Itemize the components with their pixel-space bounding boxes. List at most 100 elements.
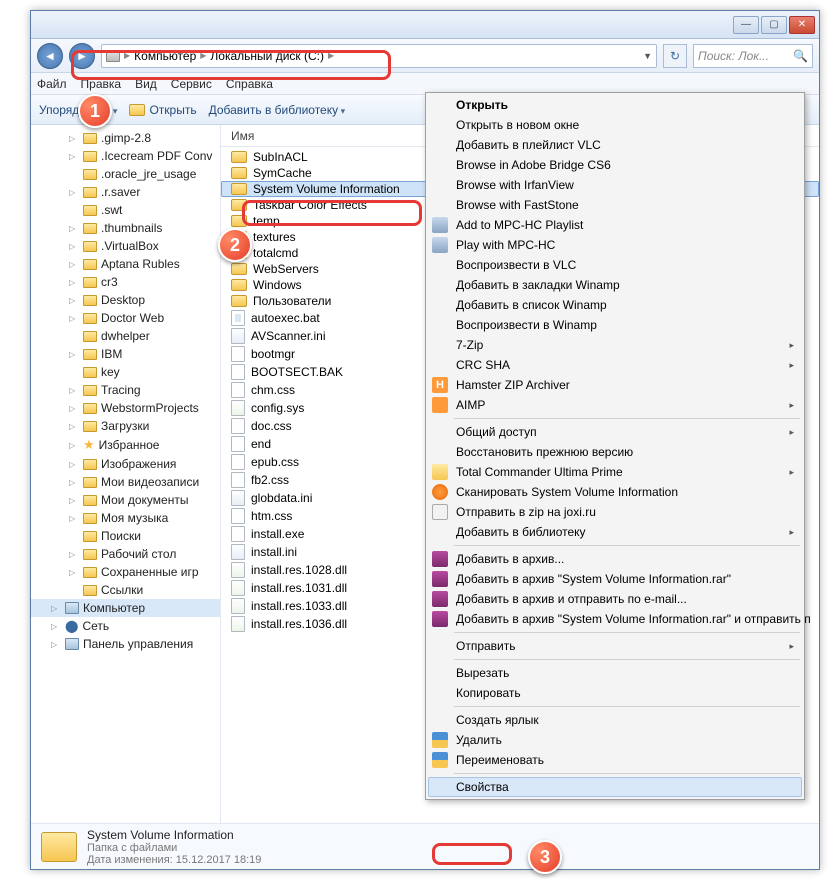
- context-menu-item[interactable]: Вырезать: [428, 663, 802, 683]
- tree-item[interactable]: ▷Doctor Web: [31, 309, 220, 327]
- tree-item[interactable]: ▷⬤Сеть: [31, 617, 220, 635]
- context-menu-item[interactable]: Отправить в zip на joxi.ru: [428, 502, 802, 522]
- context-menu-item[interactable]: Удалить: [428, 730, 802, 750]
- expand-icon[interactable]: ▷: [69, 514, 79, 523]
- open-button[interactable]: Открыть: [129, 103, 196, 117]
- expand-icon[interactable]: ▷: [51, 640, 61, 649]
- tree-item[interactable]: ▷Изображения: [31, 455, 220, 473]
- tree-item[interactable]: ▷Сохраненные игр: [31, 563, 220, 581]
- expand-icon[interactable]: ▷: [69, 496, 79, 505]
- tree-item[interactable]: ▷cr3: [31, 273, 220, 291]
- expand-icon[interactable]: ▷: [69, 350, 79, 359]
- context-menu-item[interactable]: Добавить в архив...: [428, 549, 802, 569]
- tree-item[interactable]: ▷IBM: [31, 345, 220, 363]
- expand-icon[interactable]: ▷: [69, 314, 79, 323]
- expand-icon[interactable]: ▷: [69, 152, 79, 161]
- context-menu-item[interactable]: Browse in Adobe Bridge CS6: [428, 155, 802, 175]
- context-menu-item[interactable]: Открыть: [428, 95, 802, 115]
- menu-tools[interactable]: Сервис: [171, 77, 212, 91]
- context-menu-item[interactable]: Общий доступ: [428, 422, 802, 442]
- context-menu-item[interactable]: Добавить в библиотеку: [428, 522, 802, 542]
- tree-item[interactable]: ▷Рабочий стол: [31, 545, 220, 563]
- tree-item[interactable]: dwhelper: [31, 327, 220, 345]
- breadcrumb-computer[interactable]: Компьютер: [134, 49, 196, 63]
- context-menu-item[interactable]: Копировать: [428, 683, 802, 703]
- tree-item[interactable]: ▷Desktop: [31, 291, 220, 309]
- expand-icon[interactable]: ▷: [69, 404, 79, 413]
- tree-item[interactable]: ▷Моя музыка: [31, 509, 220, 527]
- tree-item[interactable]: ▷Загрузки: [31, 417, 220, 435]
- tree-item[interactable]: ▷Компьютер: [31, 599, 220, 617]
- tree-item[interactable]: ▷.Icecream PDF Conv: [31, 147, 220, 165]
- expand-icon[interactable]: ▷: [69, 278, 79, 287]
- tree-item[interactable]: ▷Мои документы: [31, 491, 220, 509]
- expand-icon[interactable]: ▷: [69, 422, 79, 431]
- expand-icon[interactable]: ▷: [69, 134, 79, 143]
- context-menu-item[interactable]: Сканировать System Volume Information: [428, 482, 802, 502]
- breadcrumb-disk[interactable]: Локальный диск (C:): [210, 49, 324, 63]
- minimize-button[interactable]: —: [733, 16, 759, 34]
- context-menu-item[interactable]: Переименовать: [428, 750, 802, 770]
- expand-icon[interactable]: ▷: [69, 568, 79, 577]
- menu-file[interactable]: Файл: [37, 77, 67, 91]
- menu-help[interactable]: Справка: [226, 77, 273, 91]
- tree-item[interactable]: .oracle_jre_usage: [31, 165, 220, 183]
- context-menu-item[interactable]: HHamster ZIP Archiver: [428, 375, 802, 395]
- maximize-button[interactable]: ▢: [761, 16, 787, 34]
- context-menu-item[interactable]: Восстановить прежнюю версию: [428, 442, 802, 462]
- expand-icon[interactable]: ▷: [69, 386, 79, 395]
- tree-item[interactable]: ▷Панель управления: [31, 635, 220, 653]
- context-menu-item[interactable]: Play with MPC-HC: [428, 235, 802, 255]
- close-button[interactable]: ✕: [789, 16, 815, 34]
- tree-item[interactable]: ▷.thumbnails: [31, 219, 220, 237]
- context-menu-item[interactable]: Добавить в плейлист VLC: [428, 135, 802, 155]
- expand-icon[interactable]: ▷: [51, 604, 61, 613]
- expand-icon[interactable]: ▷: [69, 441, 79, 450]
- tree-item[interactable]: ▷Tracing: [31, 381, 220, 399]
- context-menu-item[interactable]: Добавить в список Winamp: [428, 295, 802, 315]
- context-menu-item[interactable]: Добавить в архив и отправить по e-mail..…: [428, 589, 802, 609]
- tree-item[interactable]: Ссылки: [31, 581, 220, 599]
- context-menu-item[interactable]: Добавить в архив "System Volume Informat…: [428, 569, 802, 589]
- context-menu-item[interactable]: Browse with IrfanView: [428, 175, 802, 195]
- menu-edit[interactable]: Правка: [81, 77, 122, 91]
- expand-icon[interactable]: ▷: [51, 622, 61, 631]
- context-menu-item[interactable]: Воспроизвести в VLC: [428, 255, 802, 275]
- context-menu-item[interactable]: Total Commander Ultima Prime: [428, 462, 802, 482]
- context-menu-item[interactable]: Открыть в новом окне: [428, 115, 802, 135]
- context-menu-item[interactable]: Browse with FastStone: [428, 195, 802, 215]
- add-library-button[interactable]: Добавить в библиотеку: [209, 103, 346, 117]
- tree-item[interactable]: ▷.gimp-2.8: [31, 129, 220, 147]
- expand-icon[interactable]: ▷: [69, 296, 79, 305]
- refresh-button[interactable]: ↻: [663, 44, 687, 68]
- tree-item[interactable]: ▷.r.saver: [31, 183, 220, 201]
- menu-view[interactable]: Вид: [135, 77, 157, 91]
- tree-item[interactable]: ▷Мои видеозаписи: [31, 473, 220, 491]
- tree-item[interactable]: ▷WebstormProjects: [31, 399, 220, 417]
- context-menu-item[interactable]: CRC SHA: [428, 355, 802, 375]
- context-menu-item[interactable]: Отправить: [428, 636, 802, 656]
- context-menu-item[interactable]: AIMP: [428, 395, 802, 415]
- context-menu-item[interactable]: Добавить в архив "System Volume Informat…: [428, 609, 802, 629]
- expand-icon[interactable]: ▷: [69, 550, 79, 559]
- context-menu-item[interactable]: Воспроизвести в Winamp: [428, 315, 802, 335]
- context-menu-item[interactable]: Свойства: [428, 777, 802, 797]
- context-menu-item[interactable]: 7-Zip: [428, 335, 802, 355]
- expand-icon[interactable]: ▷: [69, 460, 79, 469]
- expand-icon[interactable]: ▷: [69, 478, 79, 487]
- expand-icon[interactable]: ▷: [69, 260, 79, 269]
- context-menu-item[interactable]: Add to MPC-HC Playlist: [428, 215, 802, 235]
- nav-tree[interactable]: ▷.gimp-2.8▷.Icecream PDF Conv.oracle_jre…: [31, 125, 221, 823]
- expand-icon[interactable]: ▷: [69, 188, 79, 197]
- context-menu-item[interactable]: Создать ярлык: [428, 710, 802, 730]
- dropdown-icon[interactable]: ▼: [643, 51, 652, 61]
- expand-icon[interactable]: ▷: [69, 242, 79, 251]
- tree-item[interactable]: .swt: [31, 201, 220, 219]
- tree-item[interactable]: ▷Aptana Rubles: [31, 255, 220, 273]
- address-bar[interactable]: ▶ Компьютер ▶ Локальный диск (C:) ▶ ▼: [101, 44, 657, 68]
- back-button[interactable]: ◄: [37, 43, 63, 69]
- search-input[interactable]: Поиск: Лок... 🔍: [693, 44, 813, 68]
- context-menu-item[interactable]: Добавить в закладки Winamp: [428, 275, 802, 295]
- forward-button[interactable]: ►: [69, 43, 95, 69]
- tree-item[interactable]: Поиски: [31, 527, 220, 545]
